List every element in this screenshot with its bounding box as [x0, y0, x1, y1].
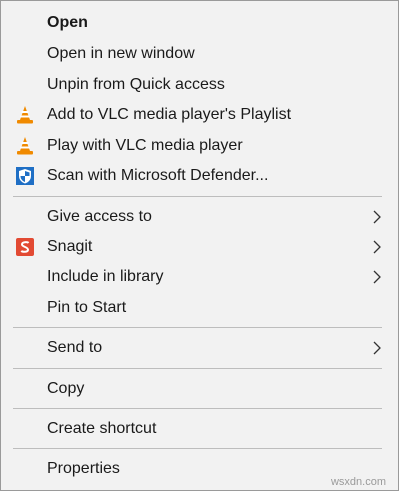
menu-item-defender-scan[interactable]: Scan with Microsoft Defender... — [1, 161, 398, 191]
menu-item-create-shortcut[interactable]: Create shortcut — [1, 414, 398, 444]
menu-item-include-library[interactable]: Include in library — [1, 262, 398, 292]
menu-item-label: Snagit — [47, 238, 93, 255]
vlc-cone-icon — [15, 105, 35, 125]
menu-item-send-to[interactable]: Send to — [1, 333, 398, 363]
menu-item-label: Include in library — [47, 268, 164, 285]
menu-item-vlc-play[interactable]: Play with VLC media player — [1, 131, 398, 161]
menu-item-label: Send to — [47, 339, 103, 356]
menu-separator — [13, 327, 382, 328]
menu-item-label: Copy — [47, 380, 85, 397]
menu-separator — [13, 368, 382, 369]
menu-item-label: Pin to Start — [47, 299, 127, 316]
menu-item-label: Give access to — [47, 208, 152, 225]
menu-item-label: Open in new window — [47, 45, 195, 62]
menu-item-snagit[interactable]: Snagit — [1, 232, 398, 262]
menu-separator — [13, 408, 382, 409]
menu-separator — [13, 196, 382, 197]
menu-item-unpin-quick-access[interactable]: Unpin from Quick access — [1, 70, 398, 100]
shield-icon — [15, 166, 35, 186]
watermark: wsxdn.com — [330, 476, 386, 488]
snagit-icon — [15, 237, 35, 257]
menu-item-give-access[interactable]: Give access to — [1, 202, 398, 232]
menu-item-label: Open — [47, 14, 88, 31]
chevron-right-icon — [372, 210, 382, 224]
menu-item-vlc-add-playlist[interactable]: Add to VLC media player's Playlist — [1, 100, 398, 130]
menu-item-label: Create shortcut — [47, 420, 157, 437]
menu-item-label: Play with VLC media player — [47, 137, 243, 154]
menu-item-label: Scan with Microsoft Defender... — [47, 167, 269, 184]
chevron-right-icon — [372, 270, 382, 284]
menu-item-label: Add to VLC media player's Playlist — [47, 106, 292, 123]
menu-item-open[interactable]: Open — [1, 8, 398, 38]
chevron-right-icon — [372, 240, 382, 254]
vlc-cone-icon — [15, 136, 35, 156]
menu-item-open-new-window[interactable]: Open in new window — [1, 39, 398, 69]
chevron-right-icon — [372, 341, 382, 355]
menu-item-label: Unpin from Quick access — [47, 76, 225, 93]
context-menu: Open Open in new window Unpin from Quick… — [0, 0, 399, 491]
menu-item-pin-start[interactable]: Pin to Start — [1, 293, 398, 323]
menu-separator — [13, 448, 382, 449]
menu-item-label: Properties — [47, 460, 120, 477]
menu-item-copy[interactable]: Copy — [1, 374, 398, 404]
